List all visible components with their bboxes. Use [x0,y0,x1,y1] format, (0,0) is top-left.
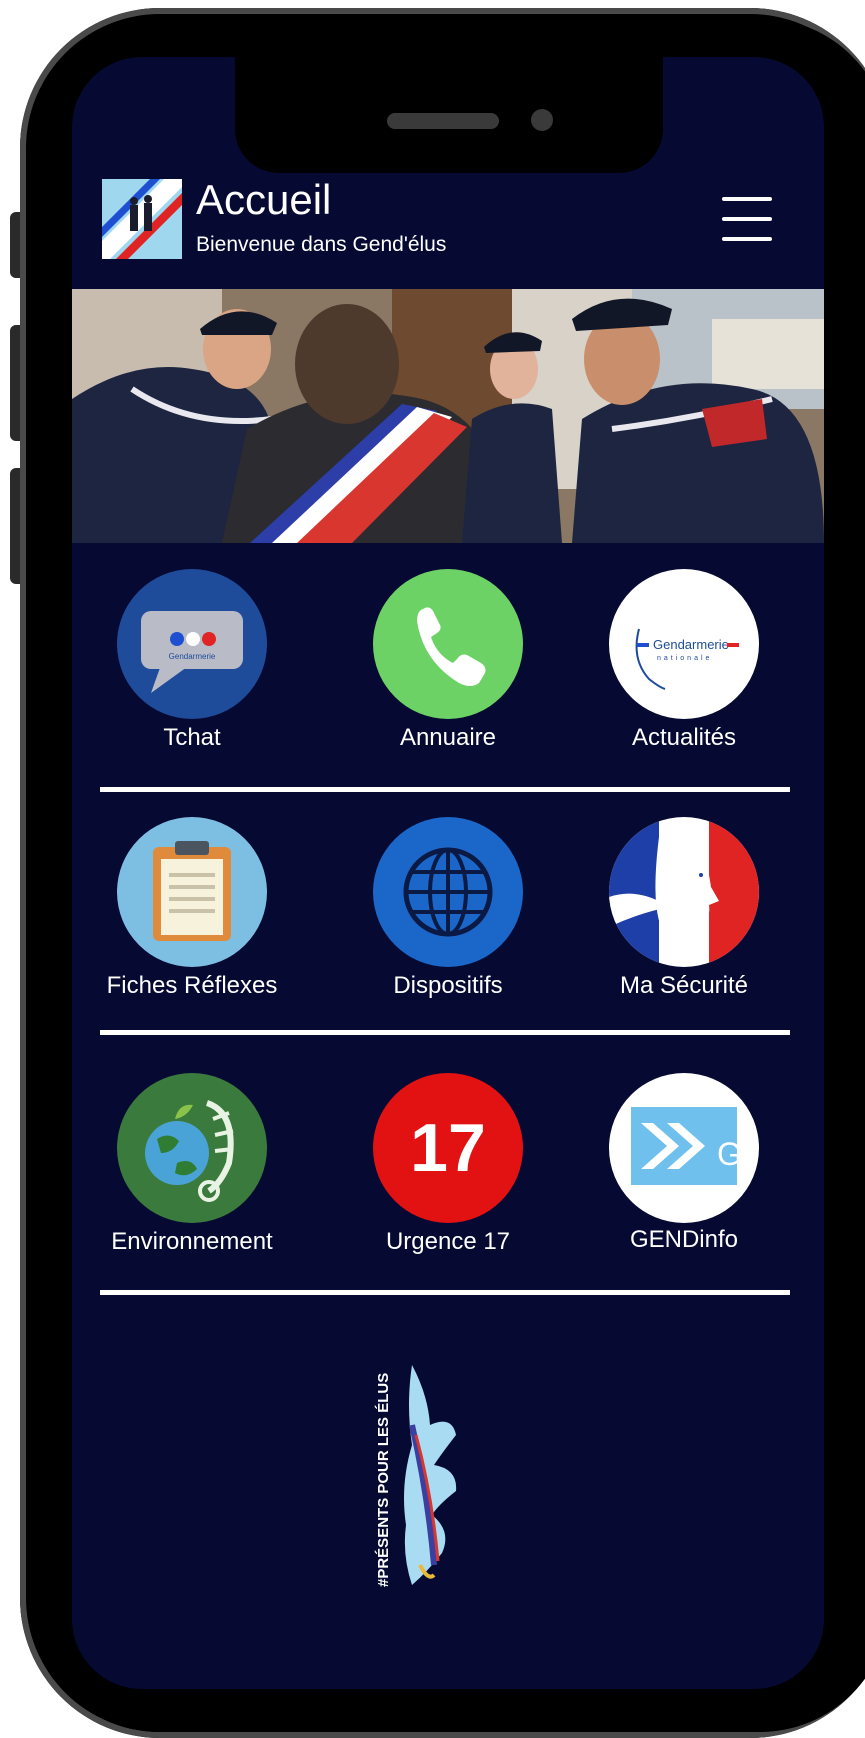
speaker-grille [387,113,499,129]
tile-label-annuaire: Annuaire [399,724,497,751]
app-logo [102,179,182,259]
row-divider [100,1290,790,1295]
tile-label-ma-securite: Ma Sécurité [619,972,749,999]
gendinfo-icon: G [609,1073,759,1223]
camera-notch [235,57,663,173]
tile-label-fiches-reflexes: Fiches Réflexes [106,972,278,999]
clipboard-icon [117,817,267,967]
svg-text:17: 17 [410,1110,486,1186]
tile-actualites[interactable]: Gendarmerie nationale Actualités [564,569,804,759]
page-title: Accueil [196,176,332,223]
emergency-17-icon: 17 [373,1073,523,1223]
row-divider [100,787,790,792]
tile-ma-securite[interactable]: Ma Sécurité [564,817,804,1007]
tile-label-gendinfo: GENDinfo [629,1226,739,1253]
row-divider [100,1030,790,1035]
svg-text:Gendarmerie: Gendarmerie [653,637,729,652]
gendarmerie-nationale-icon: Gendarmerie nationale [609,569,759,719]
tile-tchat[interactable]: Gendarmerie Tchat [72,569,312,759]
chat-bubble-icon: Gendarmerie [117,569,267,719]
front-camera [531,109,553,131]
tile-gendinfo[interactable]: G GENDinfo [564,1073,804,1263]
tile-label-actualites: Actualités [631,724,737,751]
tile-label-dispositifs: Dispositifs [393,972,503,999]
tile-dispositifs[interactable]: Dispositifs [328,817,568,1007]
tile-fiches-reflexes[interactable]: Fiches Réflexes [72,817,312,1007]
tile-annuaire[interactable]: Annuaire [328,569,568,759]
phone-icon [373,569,523,719]
svg-text:#PRÉSENTS POUR LES ÉLUS: #PRÉSENTS POUR LES ÉLUS [375,1373,392,1587]
tile-label-urgence-17: Urgence 17 [385,1228,511,1255]
tile-environnement[interactable]: Environnement [72,1073,312,1263]
svg-text:G: G [717,1136,742,1172]
svg-text:nationale: nationale [657,655,712,662]
page-subtitle: Bienvenue dans Gend'élus [196,233,447,256]
svg-text:Gendarmerie: Gendarmerie [169,652,216,661]
tile-label-tchat: Tchat [163,724,221,751]
earth-leaf-icon [117,1073,267,1223]
globe-icon [373,817,523,967]
hero-photo [72,289,824,543]
phone-mockup: Accueil Bienvenue dans Gend'élus Gendarm… [0,0,865,1738]
app-screen: Accueil Bienvenue dans Gend'élus Gendarm… [72,57,824,1689]
tile-urgence-17[interactable]: 17 Urgence 17 [328,1073,568,1263]
marianne-icon [609,817,759,967]
presents-pour-les-elus-logo: #PRÉSENTS POUR LES ÉLUS [372,1365,472,1601]
hamburger-menu-icon[interactable] [722,197,772,241]
tile-label-environnement: Environnement [111,1228,273,1255]
